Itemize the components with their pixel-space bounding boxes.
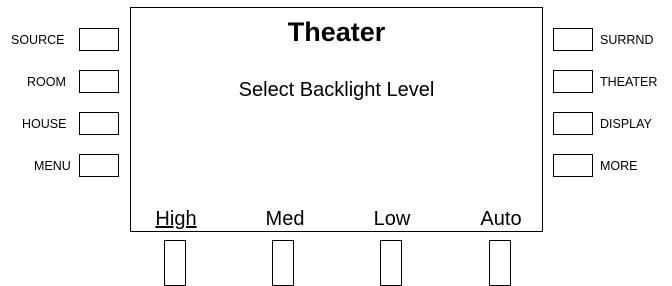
softkey-low-button[interactable] xyxy=(380,240,402,286)
surrnd-button[interactable] xyxy=(553,28,593,51)
menu-label: MENU xyxy=(34,159,71,173)
house-label: HOUSE xyxy=(22,117,67,131)
source-button[interactable] xyxy=(79,28,119,51)
house-button[interactable] xyxy=(79,112,119,135)
softkey-high-button[interactable] xyxy=(164,240,186,286)
screen-message: Select Backlight Level xyxy=(238,79,435,101)
room-label: ROOM xyxy=(27,75,66,89)
option-low[interactable]: Low xyxy=(374,206,411,232)
option-high[interactable]: High xyxy=(155,206,196,232)
more-label: MORE xyxy=(600,159,638,173)
room-button[interactable] xyxy=(79,70,119,93)
option-med[interactable]: Med xyxy=(266,206,305,232)
option-auto[interactable]: Auto xyxy=(480,206,521,232)
theater-button[interactable] xyxy=(553,70,593,93)
theater-label: THEATER xyxy=(600,75,658,89)
more-button[interactable] xyxy=(553,154,593,177)
screen-title: Theater xyxy=(287,17,386,47)
source-label: SOURCE xyxy=(11,33,65,47)
softkey-auto-button[interactable] xyxy=(489,240,511,286)
display-screen: Theater Select Backlight Level High Med … xyxy=(130,7,543,232)
menu-button[interactable] xyxy=(79,154,119,177)
softkey-med-button[interactable] xyxy=(272,240,294,286)
display-label: DISPLAY xyxy=(600,117,652,131)
surrnd-label: SURRND xyxy=(600,33,654,47)
display-button[interactable] xyxy=(553,112,593,135)
